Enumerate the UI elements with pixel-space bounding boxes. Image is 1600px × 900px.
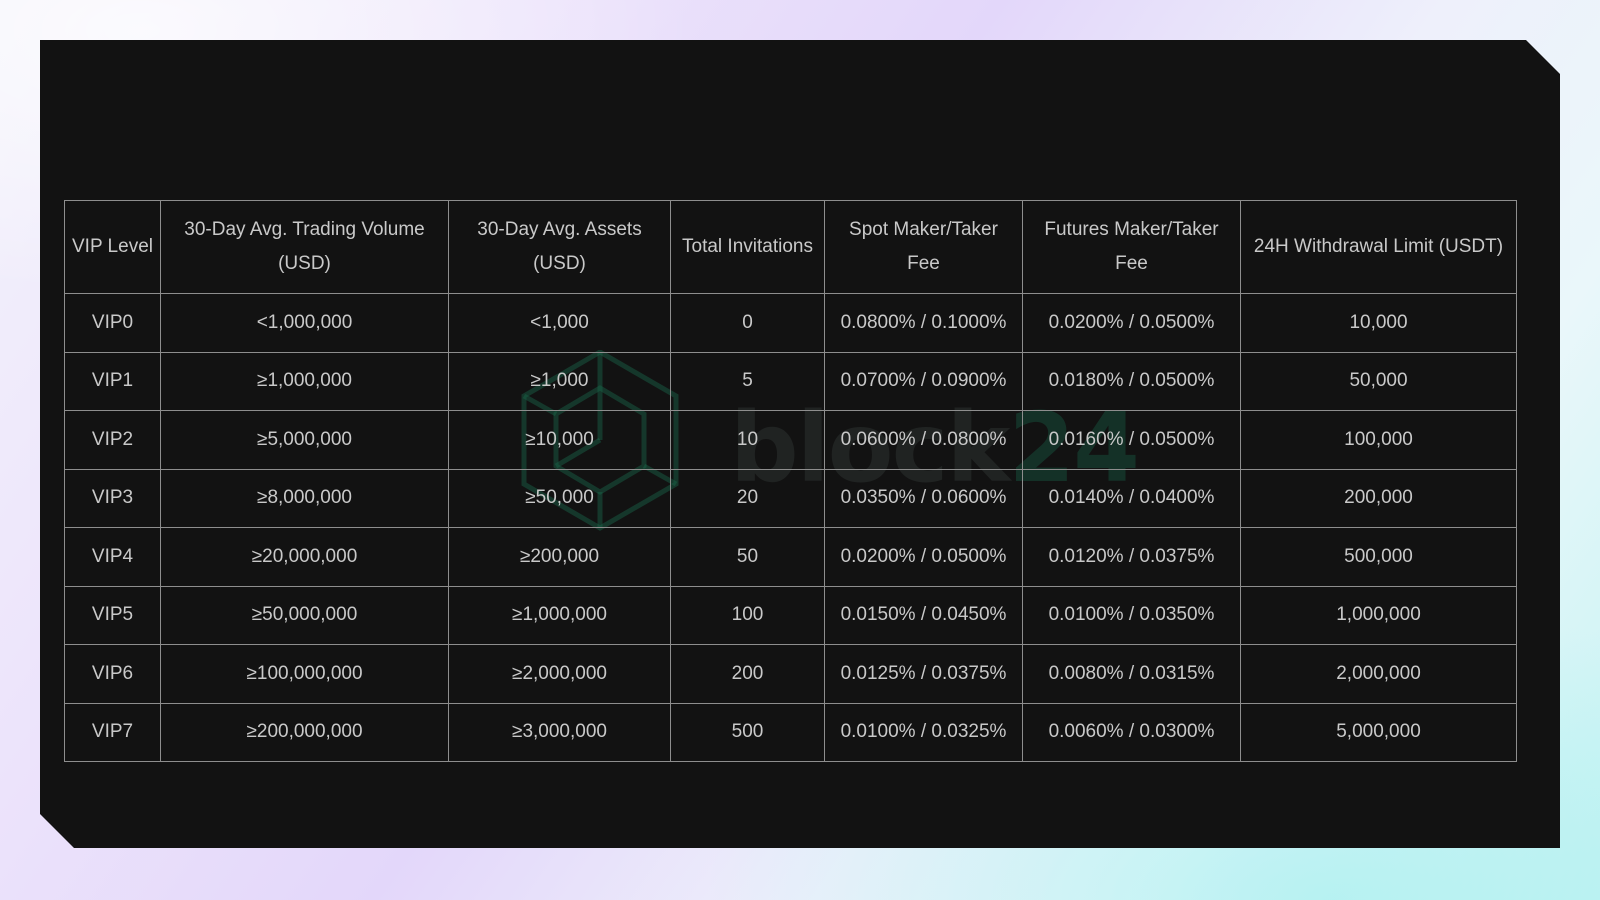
cell-vip-level: VIP2 [64, 410, 161, 470]
cell-spot-fee: 0.0150% / 0.0450% [824, 585, 1023, 645]
cell-assets: ≥3,000,000 [448, 702, 671, 762]
cell-vip-level: VIP4 [64, 527, 161, 587]
cell-trading-volume: ≥50,000,000 [160, 585, 449, 645]
table-row: VIP4 ≥20,000,000 ≥200,000 50 0.0200% / 0… [64, 527, 1517, 587]
cell-spot-fee: 0.0100% / 0.0325% [824, 702, 1023, 762]
vip-fee-table: VIP Level 30-Day Avg. Trading Volume (US… [64, 200, 1517, 762]
cell-futures-fee: 0.0120% / 0.0375% [1022, 527, 1241, 587]
cell-invitations: 100 [670, 585, 825, 645]
cell-spot-fee: 0.0700% / 0.0900% [824, 351, 1023, 411]
cell-futures-fee: 0.0100% / 0.0350% [1022, 585, 1241, 645]
table-panel: block24 VIP Level 30-Day Avg. Trading Vo… [40, 40, 1560, 848]
cell-assets: ≥200,000 [448, 527, 671, 587]
cell-withdrawal-limit: 50,000 [1240, 351, 1517, 411]
cell-assets: ≥10,000 [448, 410, 671, 470]
cell-futures-fee: 0.0160% / 0.0500% [1022, 410, 1241, 470]
cell-withdrawal-limit: 5,000,000 [1240, 702, 1517, 762]
cell-spot-fee: 0.0350% / 0.0600% [824, 468, 1023, 528]
cell-futures-fee: 0.0200% / 0.0500% [1022, 293, 1241, 353]
header-trading-volume: 30-Day Avg. Trading Volume (USD) [160, 200, 449, 294]
cell-vip-level: VIP1 [64, 351, 161, 411]
cell-spot-fee: 0.0800% / 0.1000% [824, 293, 1023, 353]
header-vip-level: VIP Level [64, 200, 161, 294]
header-futures-fee: Futures Maker/Taker Fee [1022, 200, 1241, 294]
cell-trading-volume: ≥1,000,000 [160, 351, 449, 411]
table-row: VIP5 ≥50,000,000 ≥1,000,000 100 0.0150% … [64, 585, 1517, 645]
table-row: VIP7 ≥200,000,000 ≥3,000,000 500 0.0100%… [64, 702, 1517, 762]
cell-assets: <1,000 [448, 293, 671, 353]
cell-trading-volume: ≥100,000,000 [160, 644, 449, 704]
cell-withdrawal-limit: 200,000 [1240, 468, 1517, 528]
cell-invitations: 500 [670, 702, 825, 762]
cell-assets: ≥1,000,000 [448, 585, 671, 645]
cell-withdrawal-limit: 2,000,000 [1240, 644, 1517, 704]
cell-assets: ≥2,000,000 [448, 644, 671, 704]
cell-vip-level: VIP6 [64, 644, 161, 704]
table-row: VIP1 ≥1,000,000 ≥1,000 5 0.0700% / 0.090… [64, 351, 1517, 411]
cell-futures-fee: 0.0080% / 0.0315% [1022, 644, 1241, 704]
table-row: VIP6 ≥100,000,000 ≥2,000,000 200 0.0125%… [64, 644, 1517, 704]
header-spot-fee: Spot Maker/Taker Fee [824, 200, 1023, 294]
cell-vip-level: VIP7 [64, 702, 161, 762]
cell-futures-fee: 0.0060% / 0.0300% [1022, 702, 1241, 762]
table-row: VIP3 ≥8,000,000 ≥50,000 20 0.0350% / 0.0… [64, 468, 1517, 528]
table-row: VIP0 <1,000,000 <1,000 0 0.0800% / 0.100… [64, 293, 1517, 353]
cell-withdrawal-limit: 500,000 [1240, 527, 1517, 587]
cell-invitations: 20 [670, 468, 825, 528]
table-row: VIP2 ≥5,000,000 ≥10,000 10 0.0600% / 0.0… [64, 410, 1517, 470]
cell-invitations: 10 [670, 410, 825, 470]
cell-withdrawal-limit: 10,000 [1240, 293, 1517, 353]
header-assets: 30-Day Avg. Assets (USD) [448, 200, 671, 294]
cell-invitations: 50 [670, 527, 825, 587]
cell-assets: ≥1,000 [448, 351, 671, 411]
cell-trading-volume: ≥20,000,000 [160, 527, 449, 587]
cell-invitations: 5 [670, 351, 825, 411]
cell-invitations: 200 [670, 644, 825, 704]
cell-vip-level: VIP3 [64, 468, 161, 528]
cell-trading-volume: ≥5,000,000 [160, 410, 449, 470]
cell-trading-volume: <1,000,000 [160, 293, 449, 353]
cell-trading-volume: ≥8,000,000 [160, 468, 449, 528]
cell-invitations: 0 [670, 293, 825, 353]
cell-spot-fee: 0.0125% / 0.0375% [824, 644, 1023, 704]
cell-futures-fee: 0.0140% / 0.0400% [1022, 468, 1241, 528]
cell-spot-fee: 0.0600% / 0.0800% [824, 410, 1023, 470]
cell-vip-level: VIP0 [64, 293, 161, 353]
header-invitations: Total Invitations [670, 200, 825, 294]
header-withdrawal-limit: 24H Withdrawal Limit (USDT) [1240, 200, 1517, 294]
cell-futures-fee: 0.0180% / 0.0500% [1022, 351, 1241, 411]
cell-withdrawal-limit: 100,000 [1240, 410, 1517, 470]
cell-vip-level: VIP5 [64, 585, 161, 645]
cell-spot-fee: 0.0200% / 0.0500% [824, 527, 1023, 587]
cell-withdrawal-limit: 1,000,000 [1240, 585, 1517, 645]
cell-trading-volume: ≥200,000,000 [160, 702, 449, 762]
table-header-row: VIP Level 30-Day Avg. Trading Volume (US… [64, 200, 1517, 294]
cell-assets: ≥50,000 [448, 468, 671, 528]
